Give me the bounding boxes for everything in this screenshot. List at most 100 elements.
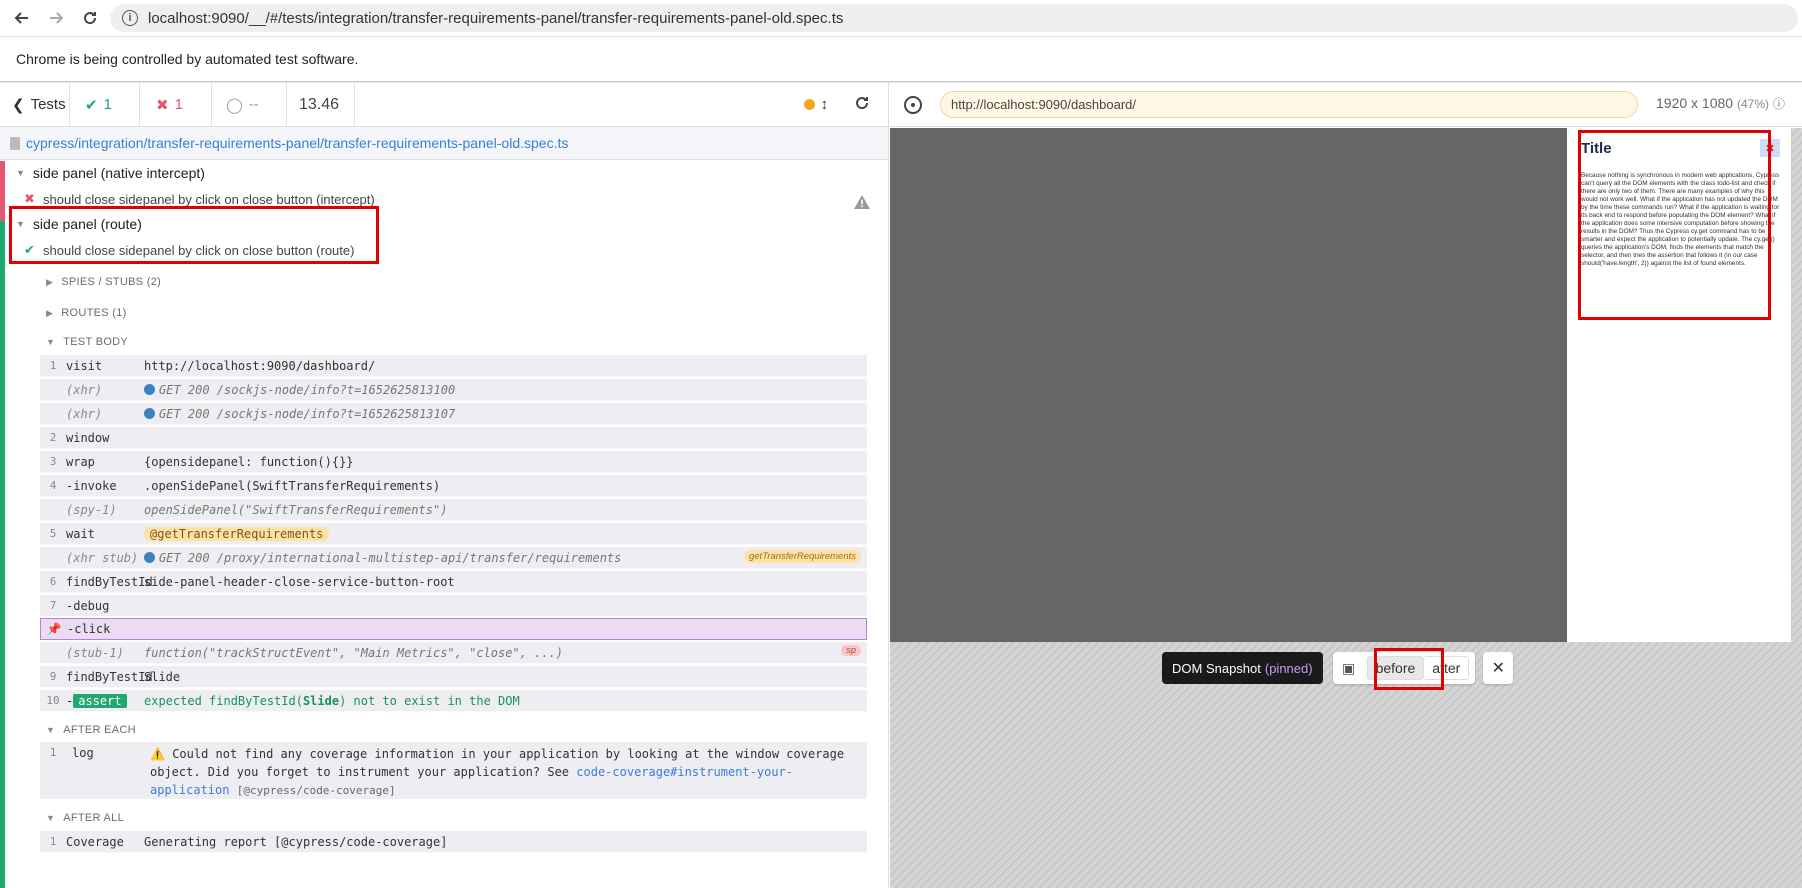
command-row[interactable]: (stub-1) function("trackStructEvent", "M… — [40, 642, 867, 664]
command-number: 1 — [49, 835, 57, 848]
command-message: GET 200 /sockjs-node/info?t=165262581310… — [159, 382, 456, 397]
auto-scroll-icon[interactable]: ↕ — [821, 96, 829, 113]
command-row[interactable]: 7 -debug — [40, 595, 867, 617]
rerun-icon[interactable] — [854, 95, 870, 115]
command-row[interactable]: 9 findByTestId Slide — [40, 666, 867, 688]
command-name: log — [72, 746, 94, 760]
command-row[interactable]: 1 Coverage Generating report [@cypress/c… — [40, 831, 867, 853]
command-name: findByTestId — [66, 574, 153, 589]
command-name: -invoke — [66, 478, 117, 493]
command-row[interactable]: 4 -invoke .openSidePanel(SwiftTransferRe… — [40, 475, 867, 497]
command-row[interactable]: (xhr stub) GET 200 /proxy/international-… — [40, 547, 867, 569]
command-row-log[interactable]: 1 log ⚠️ Could not find any coverage inf… — [40, 742, 867, 799]
snapshot-label-text: DOM Snapshot — [1172, 660, 1261, 676]
command-row-pinned[interactable]: 📌 -click — [40, 618, 867, 640]
command-message: http://localhost:9090/dashboard/ — [144, 358, 376, 373]
highlight-toggle-icon[interactable]: ▣ — [1339, 658, 1359, 678]
dom-snapshot-label: DOM Snapshot (pinned) — [1162, 652, 1323, 684]
suite-native-intercept[interactable]: ▼ side panel (native intercept) — [16, 165, 205, 181]
after-all-section[interactable]: ▼ AFTER ALL — [46, 812, 124, 824]
passed-stat: ✔ 1 — [70, 83, 140, 126]
command-row[interactable]: 6 findByTestId side-panel-header-close-s… — [40, 571, 867, 593]
aut-url-bar[interactable]: http://localhost:9090/dashboard/ — [940, 91, 1638, 118]
command-name: findByTestId — [66, 669, 153, 684]
assert-message: ) not to exist in the DOM — [339, 693, 520, 708]
command-number: 4 — [49, 479, 57, 492]
automation-infobar: Chrome is being controlled by automated … — [0, 37, 1802, 82]
reporter-header: ❮ Tests ✔ 1 ✖ 1 ◯ -- 13.46 ↕ — [0, 83, 888, 127]
log-source: [@cypress/code-coverage] — [236, 784, 396, 797]
command-row[interactable]: (xhr) GET 200 /sockjs-node/info?t=165262… — [40, 403, 867, 425]
info-icon[interactable]: i — [122, 10, 138, 26]
coverage-link[interactable]: code-coverage#instrument-your- — [576, 765, 793, 779]
caret-down-icon: ▼ — [46, 337, 56, 347]
close-icon[interactable]: ✕ — [1483, 652, 1514, 684]
check-icon: ✔ — [85, 96, 98, 114]
command-message: {opensidepanel: function(){}} — [144, 454, 354, 469]
section-title: AFTER ALL — [63, 812, 124, 824]
test-body-section[interactable]: ▼ TEST BODY — [46, 336, 128, 348]
command-name: -debug — [66, 598, 110, 613]
command-row[interactable]: (spy-1) openSidePanel("SwiftTransferRequ… — [40, 499, 867, 521]
command-name: (xhr) — [66, 406, 103, 421]
command-name: window — [66, 430, 110, 445]
duration: 13.46 — [287, 83, 355, 126]
command-name: wait — [66, 526, 95, 541]
pin-icon[interactable]: 📌 — [41, 622, 67, 636]
alias-tag: sp — [840, 645, 861, 656]
forward-arrow-icon[interactable] — [44, 6, 68, 30]
command-name: (xhr stub) — [66, 550, 139, 565]
selector-playground-icon[interactable] — [904, 95, 922, 114]
command-row[interactable]: 1 visit http://localhost:9090/dashboard/ — [40, 355, 867, 377]
command-row[interactable]: 3 wrap {opensidepanel: function(){}} — [40, 451, 867, 473]
highlight-box-suite — [9, 206, 379, 264]
command-name: visit — [66, 358, 103, 373]
suite-title: side panel (native intercept) — [32, 165, 205, 181]
chevron-left-icon: ❮ — [12, 96, 25, 114]
log-text: object. Did you forget to instrument you… — [150, 765, 577, 779]
command-row[interactable]: 5 wait @getTransferRequirements — [40, 523, 867, 545]
highlight-box-before — [1374, 648, 1444, 690]
section-title: SPIES / STUBS (2) — [61, 276, 162, 288]
failed-stat: ✖ 1 — [140, 83, 212, 126]
spies-stubs-section[interactable]: ▶ SPIES / STUBS (2) — [46, 276, 161, 288]
highlight-box-panel — [1578, 130, 1771, 320]
command-message: GET 200 /sockjs-node/info?t=165262581310… — [159, 406, 456, 421]
caret-down-icon: ▼ — [46, 725, 56, 735]
back-arrow-icon[interactable] — [10, 6, 34, 30]
reload-icon[interactable] — [78, 6, 102, 30]
command-row-assert[interactable]: 10 - assert expected findByTestId(Slide) … — [40, 690, 867, 712]
command-name: (spy-1) — [66, 502, 117, 517]
viewport-info[interactable]: 1920 x 1080 (47%) ⓘ — [1656, 95, 1785, 112]
reporter-controls: ↕ — [355, 83, 888, 126]
command-message: side-panel-header-close-service-button-r… — [144, 574, 455, 589]
warning-icon — [854, 195, 870, 209]
command-number: 7 — [49, 599, 57, 612]
xhr-dot-icon — [144, 551, 155, 563]
info-icon: ⓘ — [1772, 97, 1785, 111]
command-message: openSidePanel("SwiftTransferRequirements… — [144, 502, 448, 517]
command-row[interactable]: (xhr) GET 200 /sockjs-node/info?t=165262… — [40, 379, 867, 401]
test-intercept[interactable]: ✖ should close sidepanel by click on clo… — [24, 191, 375, 207]
tests-back-button[interactable]: ❮ Tests — [0, 83, 70, 126]
automation-notice: Chrome is being controlled by automated … — [16, 51, 359, 67]
failed-count: 1 — [174, 96, 183, 113]
coverage-link[interactable]: application — [150, 783, 229, 797]
address-bar[interactable]: i localhost:9090/__/#/tests/integration/… — [110, 4, 1798, 32]
after-each-section[interactable]: ▼ AFTER EACH — [46, 724, 136, 736]
command-number: 2 — [49, 431, 57, 444]
command-name: wrap — [66, 454, 95, 469]
caret-right-icon: ▶ — [46, 276, 54, 287]
command-number: 1 — [49, 359, 57, 372]
snapshot-bar: DOM Snapshot (pinned) ▣ before after ✕ — [1162, 652, 1514, 684]
command-message: function("trackStructEvent", "Main Metri… — [144, 645, 564, 660]
pending-circle-icon: ◯ — [226, 96, 243, 114]
cross-icon: ✖ — [156, 96, 169, 114]
alias-badge: @getTransferRequirements — [144, 526, 330, 541]
command-row[interactable]: 2 window — [40, 427, 867, 449]
assert-subject: Slide — [302, 693, 340, 708]
section-title: TEST BODY — [63, 336, 129, 348]
routes-section[interactable]: ▶ ROUTES (1) — [46, 307, 127, 319]
command-number: 3 — [49, 455, 57, 468]
spec-path[interactable]: cypress/integration/transfer-requirement… — [0, 127, 888, 160]
